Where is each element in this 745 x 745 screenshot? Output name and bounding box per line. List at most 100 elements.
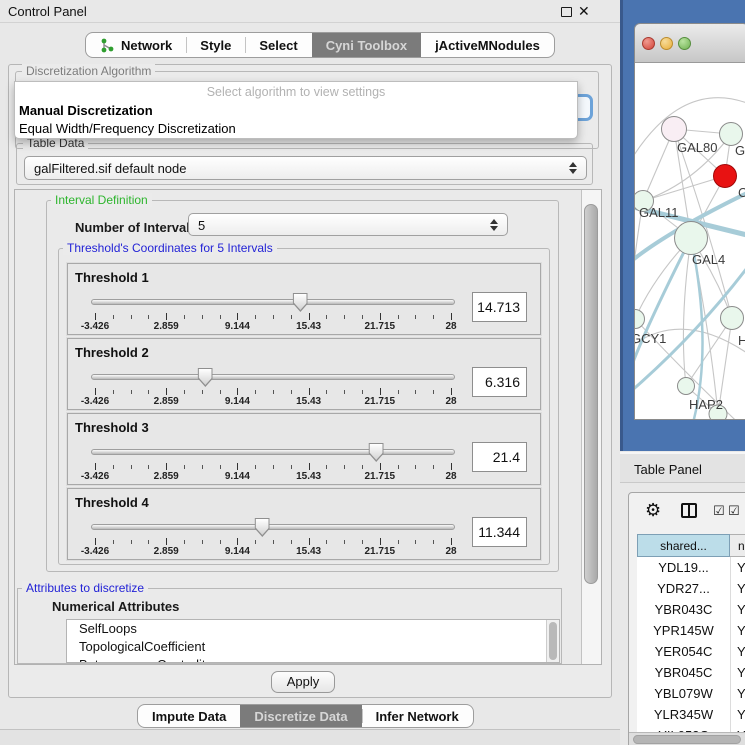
- popup-option-equal-width-frequency[interactable]: Equal Width/Frequency Discretization: [19, 121, 236, 136]
- tick-mark: [326, 315, 327, 319]
- network-canvas[interactable]: GAL80 GA C GAL11 GAL4 GCY1 H HAP2: [635, 63, 745, 420]
- threshold-4-panel: Threshold 4 -3.4262.8599.14415.4321.7152…: [67, 488, 541, 560]
- cell-name[interactable]: YDR2: [730, 578, 745, 599]
- cell-shared-name[interactable]: YLR345W: [637, 704, 730, 725]
- tick-mark: [255, 390, 256, 394]
- table-row[interactable]: YDL19...YDL1: [637, 557, 745, 578]
- tab-impute-data[interactable]: Impute Data: [138, 705, 240, 727]
- threshold-2-slider[interactable]: -3.4262.8599.14415.4321.71528: [91, 368, 455, 406]
- tick-label: 2.859: [154, 321, 179, 332]
- table-row[interactable]: YLR345WYLR3: [637, 704, 745, 725]
- table-row[interactable]: YBR043CYBR0: [637, 599, 745, 620]
- slider-thumb[interactable]: [198, 368, 213, 387]
- slider-thumb[interactable]: [255, 518, 270, 537]
- node-label-ga: GA: [735, 143, 745, 158]
- cell-shared-name[interactable]: YBR045C: [637, 662, 730, 683]
- tab-style-label: Style: [200, 38, 231, 53]
- checkbox-icon[interactable]: ☑: [713, 503, 725, 519]
- control-panel-titlebar: Control Panel ✕: [0, 0, 620, 23]
- cell-name[interactable]: YBL0: [730, 683, 745, 704]
- table-data-combo[interactable]: galFiltered.sif default node: [24, 156, 587, 180]
- threshold-1-slider[interactable]: -3.4262.8599.14415.4321.71528: [91, 293, 455, 331]
- cell-shared-name[interactable]: YBR043C: [637, 599, 730, 620]
- numerical-attributes-list[interactable]: SelfLoopsTopologicalCoefficientBetweenne…: [66, 619, 560, 663]
- table-row[interactable]: YIL052CYIL0: [637, 725, 745, 732]
- tick-mark: [148, 465, 149, 469]
- node-gal4[interactable]: [674, 221, 708, 255]
- discretization-algorithm-title: Discretization Algorithm: [22, 64, 155, 78]
- cell-shared-name[interactable]: YIL052C: [637, 725, 730, 732]
- popup-option-manual-discretization[interactable]: Manual Discretization: [19, 103, 153, 118]
- table-row[interactable]: YBR045CYBR0: [637, 662, 745, 683]
- cell-shared-name[interactable]: YPR145W: [637, 620, 730, 641]
- cell-name[interactable]: YPR1: [730, 620, 745, 641]
- close-traffic-light-icon[interactable]: [642, 37, 655, 50]
- scrollbar-thumb[interactable]: [584, 204, 598, 584]
- attribute-list-item[interactable]: SelfLoops: [67, 620, 559, 638]
- column-header-name[interactable]: na: [730, 534, 745, 557]
- cell-name[interactable]: YIL0: [730, 725, 745, 732]
- number-of-intervals-combo[interactable]: 5: [188, 213, 508, 236]
- threshold-2-panel: Threshold 2 -3.4262.8599.14415.4321.7152…: [67, 338, 541, 410]
- threshold-3-slider[interactable]: -3.4262.8599.14415.4321.71528: [91, 443, 455, 481]
- zoom-traffic-light-icon[interactable]: [678, 37, 691, 50]
- tick-mark: [451, 388, 452, 395]
- tick-label: 15.43: [296, 471, 321, 482]
- attribute-list-item[interactable]: TopologicalCoefficient: [67, 638, 559, 656]
- tab-network[interactable]: Network: [86, 33, 186, 57]
- scrollbar-thumb[interactable]: [549, 622, 557, 660]
- threshold-1-label: Threshold 1: [75, 270, 149, 285]
- node-hap2[interactable]: [677, 377, 695, 395]
- tick-label: -3.426: [81, 546, 109, 557]
- node-gal80[interactable]: [661, 116, 687, 142]
- threshold-2-value-field[interactable]: [472, 367, 527, 397]
- tick-mark: [131, 465, 132, 469]
- tab-infer-network[interactable]: Infer Network: [362, 705, 473, 727]
- cell-shared-name[interactable]: YDL19...: [637, 557, 730, 578]
- combo-stepper-icon: [490, 219, 498, 231]
- tab-jactivemnodules[interactable]: jActiveMNodules: [421, 33, 554, 57]
- table-data-group: Table Data galFiltered.sif default node: [16, 143, 593, 185]
- threshold-4-value-field[interactable]: [472, 517, 527, 547]
- column-header-shared-name[interactable]: shared...: [637, 534, 730, 557]
- tab-select[interactable]: Select: [245, 33, 311, 57]
- checkbox-icon[interactable]: ☑: [728, 503, 740, 519]
- table-row[interactable]: YBL079WYBL0: [637, 683, 745, 704]
- threshold-3-value-field[interactable]: [472, 442, 527, 472]
- apply-button[interactable]: Apply: [271, 671, 335, 693]
- slider-thumb[interactable]: [369, 443, 384, 462]
- threshold-1-value-field[interactable]: [472, 292, 527, 322]
- slider-thumb[interactable]: [293, 293, 308, 312]
- node-selected-red[interactable]: [713, 164, 737, 188]
- node-h[interactable]: [720, 306, 744, 330]
- columns-icon[interactable]: [681, 503, 697, 518]
- cell-name[interactable]: YDL1: [730, 557, 745, 578]
- network-view-window[interactable]: GAL80 GA C GAL11 GAL4 GCY1 H HAP2: [634, 23, 745, 420]
- list-vertical-scrollbar[interactable]: [546, 620, 559, 662]
- cell-name[interactable]: YBR0: [730, 662, 745, 683]
- threshold-4-slider[interactable]: -3.4262.8599.14415.4321.71528: [91, 518, 455, 556]
- tab-network-label: Network: [121, 38, 172, 53]
- tab-discretize-data[interactable]: Discretize Data: [240, 705, 361, 727]
- float-window-icon[interactable]: [561, 7, 572, 17]
- cell-name[interactable]: YER0: [730, 641, 745, 662]
- cell-shared-name[interactable]: YBL079W: [637, 683, 730, 704]
- table-horizontal-scrollbar[interactable]: [629, 732, 745, 745]
- cell-name[interactable]: YBR0: [730, 599, 745, 620]
- scrollbar-thumb[interactable]: [633, 735, 741, 744]
- cell-shared-name[interactable]: YER054C: [637, 641, 730, 662]
- gear-icon[interactable]: ⚙: [645, 500, 661, 521]
- attribute-list-item[interactable]: BetweennessCentrality: [67, 656, 559, 663]
- table-row[interactable]: YDR27...YDR2: [637, 578, 745, 599]
- table-row[interactable]: YPR145WYPR1: [637, 620, 745, 641]
- tab-cyni-toolbox[interactable]: Cyni Toolbox: [312, 33, 421, 57]
- bottom-strip: [0, 729, 620, 745]
- cell-shared-name[interactable]: YDR27...: [637, 578, 730, 599]
- tab-style[interactable]: Style: [186, 33, 245, 57]
- table-row[interactable]: YER054CYER0: [637, 641, 745, 662]
- minimize-traffic-light-icon[interactable]: [660, 37, 673, 50]
- cell-name[interactable]: YLR3: [730, 704, 745, 725]
- tick-mark: [398, 390, 399, 394]
- close-icon[interactable]: ✕: [578, 3, 590, 20]
- main-vertical-scrollbar[interactable]: [581, 190, 601, 664]
